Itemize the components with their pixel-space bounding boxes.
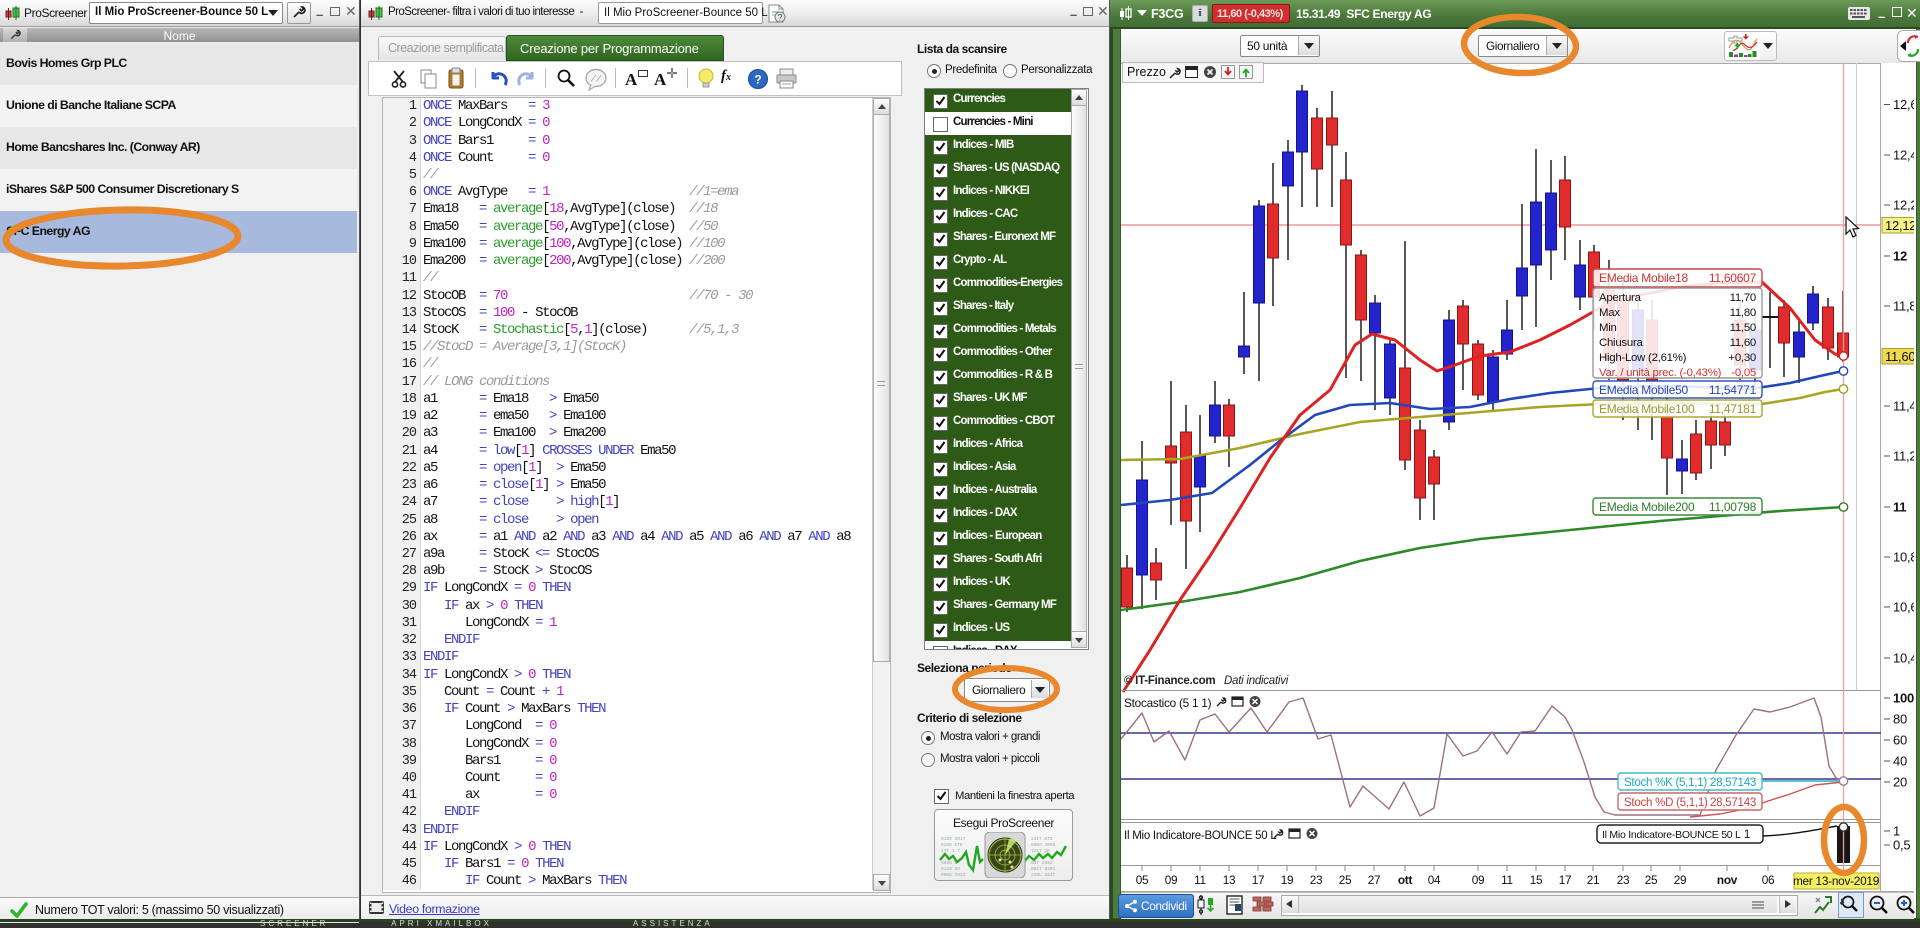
svg-text:23: 23 (1617, 873, 1630, 887)
svg-text:09: 09 (1165, 873, 1178, 887)
svg-text:0189 2017: 0189 2017 (941, 836, 966, 842)
svg-text:24IT KT2: 24IT KT2 (1031, 836, 1053, 842)
svg-text:11: 11 (1194, 873, 1206, 887)
svg-text:17: 17 (1252, 873, 1265, 887)
svg-text:04: 04 (1428, 873, 1441, 887)
svg-text:28,57143: 28,57143 (1710, 797, 1756, 809)
svg-text:12,4: 12,4 (1893, 148, 1914, 163)
svg-text:10,4: 10,4 (1893, 651, 1914, 666)
svg-text:11,00798: 11,00798 (1709, 500, 1757, 514)
svg-text:1: 1 (1893, 824, 1900, 839)
svg-text:11: 11 (1501, 873, 1513, 887)
svg-text:Chiusura: Chiusura (1599, 337, 1643, 349)
svg-text:11,60607: 11,60607 (1709, 271, 1757, 285)
svg-text:60: 60 (1893, 733, 1907, 748)
svg-text:100: 100 (1893, 691, 1914, 706)
svg-text:EMedia Mobile50: EMedia Mobile50 (1599, 383, 1689, 397)
svg-text:05: 05 (1136, 873, 1149, 887)
svg-text:19: 19 (1281, 873, 1294, 887)
svg-text:12,2: 12,2 (1893, 198, 1914, 213)
svg-text:Dati indicativi: Dati indicativi (1224, 675, 1289, 687)
svg-text:25: 25 (1645, 873, 1658, 887)
svg-text:27: 27 (1368, 873, 1381, 887)
svg-text:© IT-Finance.com: © IT-Finance.com (1124, 675, 1215, 687)
svg-text:11,47181: 11,47181 (1709, 402, 1757, 416)
svg-text:Stocastico (5 1 1): Stocastico (5 1 1) (1124, 696, 1212, 710)
svg-text:20: 20 (1893, 775, 1907, 790)
svg-text:EMedia Mobile200: EMedia Mobile200 (1599, 500, 1695, 514)
svg-text:17: 17 (1559, 873, 1572, 887)
svg-text:17T 1 7: 17T 1 7 (941, 848, 960, 854)
svg-text:Il Mio Indicatore-BOUNCE 50 L: Il Mio Indicatore-BOUNCE 50 L (1602, 829, 1741, 841)
svg-text:EMedia Mobile100: EMedia Mobile100 (1599, 402, 1695, 416)
svg-text:Stoch %K (5,1,1): Stoch %K (5,1,1) (1624, 777, 1707, 789)
svg-text:EMedia Mobile18: EMedia Mobile18 (1599, 271, 1689, 285)
svg-text:06: 06 (1762, 873, 1775, 887)
svg-text:Min: Min (1599, 322, 1617, 334)
svg-text:80: 80 (1893, 712, 1907, 727)
svg-text:12,12: 12,12 (1885, 218, 1914, 233)
svg-text:+0,30: +0,30 (1728, 352, 1756, 364)
svg-text:10,6: 10,6 (1893, 600, 1914, 615)
svg-text:6288 KT6: 6288 KT6 (941, 842, 963, 848)
svg-text:-0,05: -0,05 (1731, 367, 1756, 379)
svg-text:11,60: 11,60 (1885, 349, 1914, 364)
svg-text:ott: ott (1398, 873, 1413, 887)
svg-text:Var. / unità prec. (-0,43%): Var. / unità prec. (-0,43%) (1599, 367, 1722, 379)
svg-text:nov: nov (1717, 873, 1738, 887)
svg-text:29: 29 (1674, 873, 1687, 887)
svg-text:11,4: 11,4 (1893, 399, 1914, 414)
svg-text:21: 21 (1587, 873, 1600, 887)
svg-text://: // (591, 75, 602, 85)
svg-text:2X0L 284T: 2X0L 284T (1031, 872, 1056, 878)
svg-text:Il Mio Indicatore-BOUNCE 50 L: Il Mio Indicatore-BOUNCE 50 L (1124, 830, 1277, 842)
svg-text:11,80: 11,80 (1730, 307, 1756, 319)
svg-text:10,8: 10,8 (1893, 550, 1914, 565)
svg-text:28,57143: 28,57143 (1710, 777, 1756, 789)
svg-text:?: ? (754, 73, 761, 87)
svg-text:0,5: 0,5 (1893, 838, 1910, 853)
svg-text:12,6: 12,6 (1893, 97, 1914, 112)
svg-text:13: 13 (1223, 873, 1236, 887)
svg-text:1: 1 (1744, 829, 1750, 841)
svg-text:11,8: 11,8 (1893, 299, 1914, 314)
svg-text:11,60: 11,60 (1730, 337, 1756, 349)
svg-text:9008 7813: 9008 7813 (941, 872, 966, 878)
svg-text:25: 25 (1339, 873, 1352, 887)
svg-text:11,70: 11,70 (1730, 292, 1756, 304)
svg-text:15: 15 (1530, 873, 1543, 887)
svg-text:Apertura: Apertura (1599, 292, 1642, 304)
svg-text:12: 12 (1893, 249, 1907, 264)
svg-text:High-Low (2,61%): High-Low (2,61%) (1599, 352, 1687, 364)
svg-text:11,2: 11,2 (1893, 449, 1914, 464)
svg-text:3128 55: 3128 55 (941, 866, 960, 872)
svg-text:11,54771: 11,54771 (1709, 383, 1757, 397)
svg-text:?: ? (777, 13, 782, 23)
svg-text:Max: Max (1599, 307, 1620, 319)
svg-text:9806 3095: 9806 3095 (1031, 842, 1056, 848)
svg-text:23: 23 (1310, 873, 1323, 887)
svg-text:981T 8201: 981T 8201 (1031, 866, 1056, 872)
svg-text:Stoch %D (5,1,1): Stoch %D (5,1,1) (1624, 797, 1708, 809)
svg-text:40: 40 (1893, 754, 1907, 769)
svg-text:11,50: 11,50 (1730, 322, 1756, 334)
svg-text:09: 09 (1472, 873, 1485, 887)
svg-text:11: 11 (1893, 500, 1906, 515)
svg-text:mer 13-nov-2019: mer 13-nov-2019 (1793, 874, 1879, 888)
